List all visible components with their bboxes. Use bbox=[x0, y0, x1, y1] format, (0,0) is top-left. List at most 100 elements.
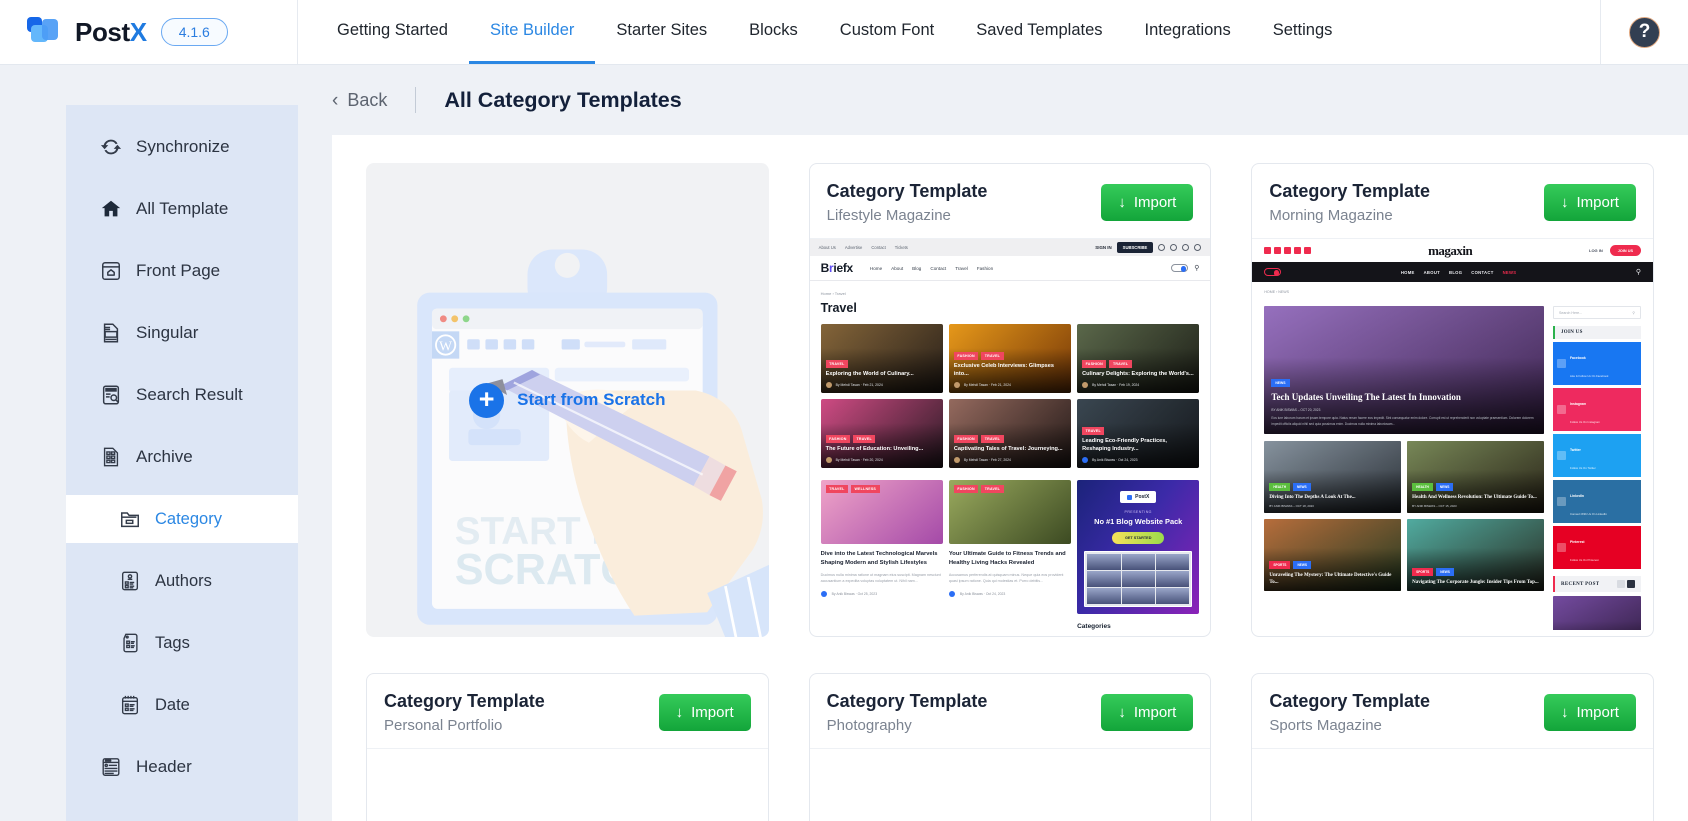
magaxin-hero: NEWS Tech Updates Unveiling The Latest I… bbox=[1264, 306, 1544, 435]
template-preview-photography bbox=[809, 748, 1211, 821]
briefx-ad-brand: PostX bbox=[1120, 491, 1157, 504]
sidebar-item-singular[interactable]: Singular bbox=[66, 309, 298, 357]
import-label: Import bbox=[1576, 703, 1619, 721]
sidebar-item-label: Date bbox=[155, 695, 190, 714]
start-from-scratch-label: Start from Scratch bbox=[517, 390, 666, 409]
briefx-tile-title: The Future of Education: Unveiling... bbox=[825, 445, 924, 452]
tab-starter-sites[interactable]: Starter Sites bbox=[595, 0, 728, 64]
instagram-icon bbox=[1556, 405, 1566, 415]
tab-getting-started[interactable]: Getting Started bbox=[316, 0, 469, 64]
facebook-icon bbox=[1264, 247, 1272, 255]
import-button[interactable]: ↓ Import bbox=[1101, 693, 1194, 731]
briefx-tile-meta: By Mehdi Tasan · Feb 21, 2024 bbox=[825, 382, 938, 389]
briefx-logo: Briefx bbox=[820, 261, 854, 276]
briefx-tile-title: Culinary Delights: Exploring the World's… bbox=[1082, 370, 1194, 377]
magaxin-menu-item: HOME bbox=[1400, 269, 1415, 275]
tab-site-builder[interactable]: Site Builder bbox=[468, 0, 596, 64]
magaxin-body: HOME › NEWS NEWS Tech Updates Unveiling … bbox=[1252, 282, 1653, 631]
tag-chip: FASHION bbox=[953, 485, 979, 494]
card-subtitle: Photography bbox=[826, 717, 912, 735]
briefx-menu-item: About bbox=[891, 265, 904, 271]
singular-icon bbox=[103, 323, 119, 343]
template-card-sports-magazine[interactable]: Category Template Sports Magazine ↓ Impo… bbox=[1251, 673, 1654, 821]
back-button[interactable]: ‹ Back bbox=[332, 90, 387, 111]
briefx-menu-item: Home bbox=[869, 265, 883, 271]
svg-text:W: W bbox=[439, 339, 452, 354]
import-button[interactable]: ↓ Import bbox=[1101, 183, 1194, 221]
magaxin-card: SPORTS NEWS Navigating The Corporate Jung… bbox=[1407, 519, 1544, 592]
tab-settings[interactable]: Settings bbox=[1252, 0, 1354, 64]
tag-chip: TRAVEL bbox=[981, 434, 1004, 443]
magaxin-search-box[interactable]: Search Here... ⚲ bbox=[1552, 306, 1641, 320]
tab-custom-font[interactable]: Custom Font bbox=[819, 0, 955, 64]
start-from-scratch-cta[interactable]: + Start from Scratch bbox=[469, 382, 666, 418]
magaxin-logo: magaxin bbox=[1428, 242, 1473, 258]
briefx-tile: FASHION TRAVEL Captivating Tales of Trave… bbox=[948, 399, 1072, 469]
card-title: Category Template bbox=[826, 691, 988, 711]
sidebar-item-category[interactable]: Category bbox=[66, 495, 298, 543]
import-button[interactable]: ↓ Import bbox=[1543, 183, 1636, 221]
start-from-scratch-card[interactable]: W START FROM SCRATCH + Start from Scratc… bbox=[366, 163, 769, 637]
template-card-morning-magazine[interactable]: Category Template Morning Magazine ↓ Imp… bbox=[1251, 163, 1654, 637]
tab-saved-templates[interactable]: Saved Templates bbox=[955, 0, 1123, 64]
archive-icon bbox=[103, 447, 119, 467]
template-card-photography[interactable]: Category Template Photography ↓ Import bbox=[808, 673, 1212, 821]
briefx-tags: FASHION TRAVEL bbox=[953, 485, 1066, 494]
briefx-post-image: FASHION TRAVEL bbox=[948, 480, 1072, 545]
tag-chip: TRAVEL bbox=[981, 485, 1004, 494]
briefx-tags: FASHION TRAVEL bbox=[825, 434, 938, 443]
search-icon: ⚲ bbox=[1632, 310, 1635, 315]
sidebar-item-search-result[interactable]: Search Result bbox=[66, 371, 298, 419]
version-badge: 4.1.6 bbox=[160, 18, 228, 46]
template-card-personal-portfolio[interactable]: Category Template Personal Portfolio ↓ I… bbox=[366, 673, 769, 821]
chevron-left-icon: ‹ bbox=[332, 89, 339, 111]
tag-chip: TRAVEL bbox=[981, 352, 1004, 361]
sidebar-item-front-page[interactable]: Front Page bbox=[66, 247, 298, 295]
briefx-tile: TRAVEL Exploring the World of Culinary..… bbox=[820, 324, 943, 394]
tag-chip: HEALTH bbox=[1412, 483, 1433, 492]
magaxin-hero-excerpt: Eos iure laborum harum et ipsam tempore … bbox=[1271, 415, 1534, 426]
briefx-util-link: Advertise bbox=[844, 245, 863, 251]
sidebar-item-synchronize[interactable]: Synchronize bbox=[66, 123, 298, 171]
import-button[interactable]: ↓ Import bbox=[658, 693, 751, 731]
import-label: Import bbox=[1133, 193, 1177, 211]
sidebar-item-tags[interactable]: Tags bbox=[66, 619, 298, 667]
sidebar-item-archive[interactable]: Archive bbox=[66, 433, 298, 481]
card-header: Category Template Personal Portfolio ↓ I… bbox=[367, 674, 768, 748]
help-icon[interactable]: ? bbox=[1629, 16, 1660, 48]
card-subtitle: Morning Magazine bbox=[1269, 207, 1393, 225]
briefx-heading: Travel bbox=[820, 301, 857, 316]
tab-blocks[interactable]: Blocks bbox=[728, 0, 819, 64]
briefx-tile-meta: By Mehdi Tasan · Feb 27, 2024 bbox=[953, 457, 1066, 464]
tag-chip: SPORTS bbox=[1412, 568, 1434, 577]
app-shell: Synchronize All Template Front Page Sing… bbox=[0, 65, 1688, 821]
magaxin-recent-arrows[interactable] bbox=[1616, 580, 1635, 589]
briefx-tags: TRAVEL bbox=[825, 359, 938, 368]
template-preview-sports-magazine bbox=[1252, 748, 1653, 821]
dark-mode-toggle-icon bbox=[1171, 264, 1189, 273]
tag-chip: HEALTH bbox=[1269, 483, 1291, 492]
magaxin-social-row: Twitter Follow Us On Twitter bbox=[1552, 434, 1641, 478]
brand-name-prefix: Post bbox=[75, 16, 130, 47]
briefx-tile-row: TRAVEL Exploring the World of Culinary..… bbox=[820, 324, 1200, 394]
import-button[interactable]: ↓ Import bbox=[1543, 693, 1636, 731]
twitter-icon bbox=[1556, 451, 1566, 461]
briefx-util-link: Contact bbox=[871, 245, 886, 251]
postx-logo-icon bbox=[27, 17, 61, 47]
sidebar-item-label: Search Result bbox=[136, 385, 243, 404]
magaxin-tags: HEALTH NEWS bbox=[1269, 483, 1396, 492]
tab-integrations[interactable]: Integrations bbox=[1124, 0, 1252, 64]
magaxin-menu-item: BLOG bbox=[1449, 269, 1463, 275]
front-page-icon bbox=[102, 262, 120, 280]
sidebar-item-date[interactable]: Date bbox=[66, 681, 298, 729]
magaxin-social-row: Pinterest Follow Us On Pinterest bbox=[1552, 526, 1641, 570]
sidebar-item-all-template[interactable]: All Template bbox=[66, 185, 298, 233]
search-icon: ⚲ bbox=[1194, 265, 1200, 273]
briefx-sidebar: PostX PRESENTING No #1 Blog Website Pack… bbox=[1077, 480, 1200, 630]
sidebar-item-authors[interactable]: Authors bbox=[66, 557, 298, 605]
briefx-post-excerpt: Ducimus nulla minima ratione ut magnam e… bbox=[820, 572, 941, 583]
sidebar-item-label: Tags bbox=[155, 633, 190, 652]
sidebar-item-header[interactable]: Header bbox=[66, 743, 298, 791]
sidebar: Synchronize All Template Front Page Sing… bbox=[66, 105, 298, 821]
template-card-lifestyle-magazine[interactable]: Category Template Lifestyle Magazine ↓ I… bbox=[808, 163, 1212, 637]
